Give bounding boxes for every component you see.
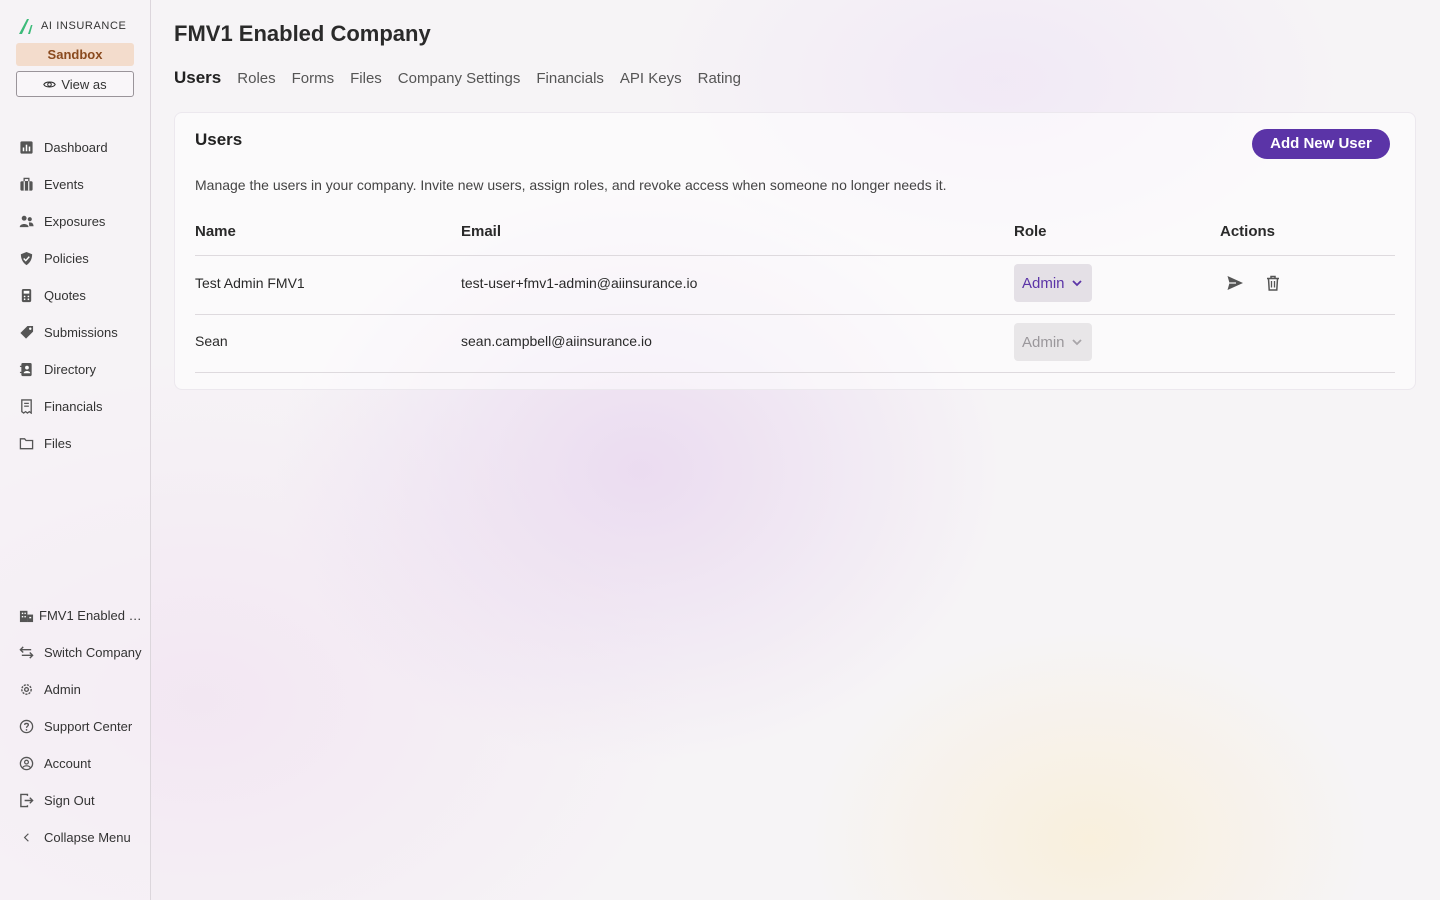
nav-item-current-company[interactable]: FMV1 Enabled … [18,604,142,626]
eye-icon [43,81,57,87]
nav-item-events[interactable]: Events [18,173,84,195]
nav-label: Dashboard [44,139,108,155]
logo-icon [19,19,33,34]
card-title: Users [195,130,243,149]
role-value: Admin [1022,274,1065,292]
send-icon [1227,276,1243,290]
tab-roles[interactable]: Roles [237,70,275,87]
delete-user-button[interactable] [1262,272,1284,294]
row-divider [195,372,1395,373]
nav-item-admin[interactable]: Admin [18,678,81,700]
nav-item-exposures[interactable]: Exposures [18,210,105,232]
nav-item-quotes[interactable]: Quotes [18,284,86,306]
tab-forms[interactable]: Forms [292,70,335,87]
nav-label: Events [44,176,84,192]
nav-label: Support Center [44,718,133,734]
role-select: Admin [1014,323,1092,361]
chevron-down-icon [1071,280,1082,287]
nav-label: Policies [44,250,89,266]
nav-item-dashboard[interactable]: Dashboard [18,136,108,158]
nav-label: Exposures [44,213,106,229]
tab-api-keys[interactable]: API Keys [620,70,682,87]
nav-label: Financials [44,398,103,414]
contact-book-icon [18,361,34,377]
sidebar: AI INSURANCE Sandbox View as Dashboard E… [0,0,151,900]
add-new-user-button[interactable]: Add New User [1252,129,1390,159]
receipt-icon [18,398,34,414]
brand-logo[interactable]: AI INSURANCE [17,16,126,36]
bar-chart-icon [18,139,34,155]
nav-label: Submissions [44,324,118,340]
nav-item-financials[interactable]: Financials [18,395,103,417]
tab-users[interactable]: Users [174,68,221,88]
view-as-label: View as [61,76,107,92]
nav-label: Switch Company [44,644,142,660]
nav-item-collapse-menu[interactable]: Collapse Menu [18,826,131,848]
column-header-actions: Actions [1220,223,1276,240]
shield-check-icon [18,250,34,266]
nav-item-directory[interactable]: Directory [18,358,96,380]
help-circle-icon [18,718,34,734]
nav-item-switch-company[interactable]: Switch Company [18,641,142,663]
switch-arrows-icon [18,644,34,660]
role-select[interactable]: Admin [1014,264,1092,302]
nav-label: Account [44,755,91,771]
calculator-icon [18,287,34,303]
role-value: Admin [1022,333,1065,351]
user-email: sean.campbell@aiinsurance.io [461,333,652,349]
users-card: Users Add New User Manage the users in y… [174,112,1416,390]
send-invite-button[interactable] [1224,272,1246,294]
environment-badge: Sandbox [16,43,134,66]
nav-label: Admin [44,681,81,697]
tab-files[interactable]: Files [350,70,382,87]
nav-item-files[interactable]: Files [18,432,71,454]
building-icon [18,607,34,623]
people-icon [18,213,34,229]
user-circle-icon [18,755,34,771]
folder-icon [18,435,34,451]
trash-icon [1267,275,1279,291]
tab-rating[interactable]: Rating [698,70,741,87]
nav-label: Collapse Menu [44,829,131,845]
column-header-name[interactable]: Name [195,223,236,240]
view-as-button[interactable]: View as [16,71,134,97]
logo-text: AI INSURANCE [41,20,127,32]
nav-item-submissions[interactable]: Submissions [18,321,118,343]
nav-label: FMV1 Enabled … [39,607,142,623]
header-divider [195,255,1395,256]
nav-item-policies[interactable]: Policies [18,247,89,269]
tab-company-settings[interactable]: Company Settings [398,70,521,87]
user-name: Test Admin FMV1 [195,275,305,291]
chevron-down-icon [1071,339,1082,346]
nav-label: Files [44,435,72,451]
nav-item-support-center[interactable]: Support Center [18,715,132,737]
briefcase-icon [18,176,34,192]
nav-item-account[interactable]: Account [18,752,91,774]
nav-label: Sign Out [44,792,95,808]
tab-financials[interactable]: Financials [536,70,604,87]
chevron-left-icon [18,829,34,845]
column-header-role[interactable]: Role [1014,223,1047,240]
row-divider [195,314,1395,315]
nav-item-sign-out[interactable]: Sign Out [18,789,95,811]
column-header-email[interactable]: Email [461,223,501,240]
sign-out-icon [18,792,34,808]
card-description: Manage the users in your company. Invite… [195,177,947,193]
nav-label: Quotes [44,287,86,303]
nav-label: Directory [44,361,97,377]
gear-icon [18,681,34,697]
tab-bar: Users Roles Forms Files Company Settings… [174,68,741,88]
tag-icon [18,324,34,340]
user-name: Sean [195,333,228,349]
page-title: FMV1 Enabled Company [174,21,431,46]
user-email: test-user+fmv1-admin@aiinsurance.io [461,275,698,291]
